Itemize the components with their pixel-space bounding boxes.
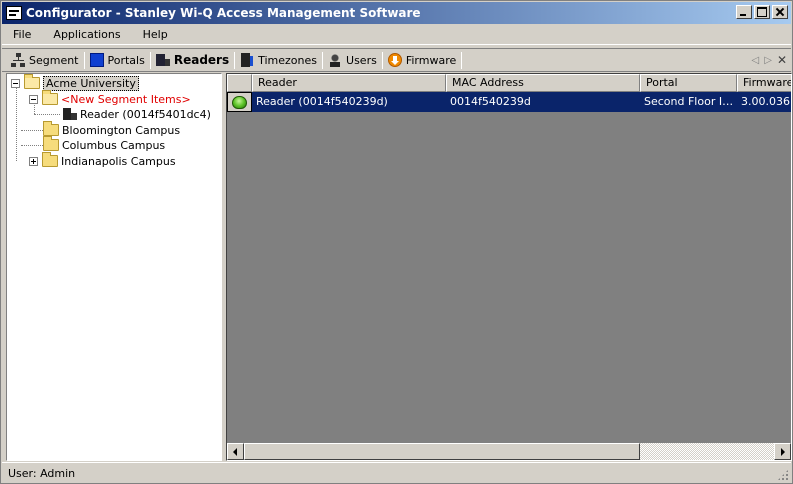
tree-node-label: Reader (0014f5401dc4) [80, 107, 211, 121]
column-header-portal[interactable]: Portal [640, 74, 737, 92]
scroll-right-icon[interactable]: ▷ [764, 55, 772, 66]
column-header-firmware-version[interactable]: Firmware Version [737, 74, 791, 92]
app-icon[interactable] [6, 6, 22, 20]
segment-icon [11, 53, 25, 67]
tree-node-label: Columbus Campus [62, 138, 166, 152]
grid-header: Reader MAC Address Portal Firmware Versi… [227, 74, 791, 92]
readers-grid: Reader MAC Address Portal Firmware Versi… [226, 73, 792, 461]
tree-line [21, 145, 43, 146]
tree-node-reader[interactable]: Reader (0014f5401dc4) [63, 106, 211, 122]
tree-node-new-segment-items[interactable]: <New Segment Items> [29, 90, 191, 107]
reader-icon [63, 107, 77, 121]
scroll-left-icon[interactable]: ◁ [752, 55, 760, 66]
cell-mac-address[interactable]: 0014f540239d [446, 92, 640, 112]
cell-firmware-version[interactable]: 3.00.036 [737, 92, 791, 112]
folder-icon [43, 121, 59, 136]
collapse-icon[interactable] [29, 94, 38, 104]
tab-separator [461, 51, 463, 69]
column-header-reader[interactable]: Reader [252, 74, 446, 92]
table-row[interactable]: Reader (0014f540239d) 0014f540239d Secon… [227, 92, 791, 112]
segment-tree[interactable]: Acme University <New Segment Items> Read… [6, 73, 222, 461]
tab-separator [149, 51, 151, 69]
tab-users[interactable]: Users [325, 50, 380, 70]
tab-navigation: ◁ ▷ ✕ [752, 53, 787, 67]
title-bar[interactable]: Configurator - Stanley Wi-Q Access Manag… [2, 2, 791, 24]
users-icon [328, 53, 343, 67]
tab-separator [322, 51, 324, 69]
menu-file[interactable]: File [2, 28, 42, 41]
minimize-button[interactable] [736, 5, 752, 19]
status-cell[interactable] [227, 92, 252, 112]
cell-portal[interactable]: Second Floor IT Office [640, 92, 737, 112]
menu-bar: File Applications Help [2, 25, 791, 45]
tree-line [34, 114, 60, 115]
tab-readers[interactable]: Readers [153, 50, 232, 70]
tab-portals-label: Portals [107, 53, 145, 67]
tab-firmware[interactable]: Firmware [385, 50, 459, 70]
folder-icon [42, 152, 58, 167]
tree-node-label: Acme University [43, 75, 139, 91]
tree-line [16, 87, 17, 161]
horizontal-scrollbar[interactable] [227, 443, 791, 460]
scrollbar-thumb[interactable] [244, 443, 640, 460]
tab-separator [381, 51, 383, 69]
tab-segment[interactable]: Segment [8, 50, 82, 70]
resize-grip-icon[interactable] [777, 469, 789, 481]
tab-readers-label: Readers [173, 53, 230, 67]
tree-node-indianapolis[interactable]: Indianapolis Campus [29, 152, 176, 169]
timezones-icon [240, 53, 255, 67]
status-bar: User: Admin [2, 462, 791, 483]
folder-open-icon [42, 90, 58, 105]
scroll-right-button[interactable] [774, 443, 791, 460]
window-controls [734, 5, 788, 19]
tab-separator [234, 51, 236, 69]
tree-node-root[interactable]: Acme University [11, 74, 139, 91]
tab-separator [83, 51, 85, 69]
tab-timezones-label: Timezones [258, 53, 318, 67]
scrollbar-track[interactable] [640, 443, 774, 460]
close-button[interactable] [772, 5, 788, 19]
tab-segment-label: Segment [29, 53, 79, 67]
close-tab-icon[interactable]: ✕ [777, 53, 787, 67]
window-title: Configurator - Stanley Wi-Q Access Manag… [26, 6, 421, 20]
firmware-icon [387, 53, 402, 67]
folder-icon [43, 136, 59, 151]
menu-applications[interactable]: Applications [42, 28, 131, 41]
tab-portals[interactable]: Portals [87, 50, 148, 70]
collapse-icon[interactable] [11, 78, 20, 88]
maximize-button[interactable] [754, 5, 770, 19]
portals-icon [89, 53, 104, 67]
tree-line [21, 130, 43, 131]
menu-help[interactable]: Help [132, 28, 179, 41]
column-header-status[interactable] [227, 74, 252, 92]
status-user: User: Admin [8, 466, 76, 480]
tree-node-label: Indianapolis Campus [61, 154, 176, 168]
tree-node-label: Bloomington Campus [62, 123, 181, 137]
tree-node-bloomington[interactable]: Bloomington Campus [43, 121, 181, 138]
folder-open-icon [24, 74, 40, 89]
tab-users-label: Users [346, 53, 377, 67]
tab-timezones[interactable]: Timezones [237, 50, 320, 70]
readers-icon [155, 53, 170, 67]
expand-icon[interactable] [29, 156, 38, 166]
module-tabs: Segment Portals Readers Timezones Users … [2, 48, 791, 72]
tree-node-label: <New Segment Items> [61, 92, 191, 106]
tree-node-columbus[interactable]: Columbus Campus [43, 136, 166, 153]
scroll-left-button[interactable] [227, 443, 244, 460]
cell-reader[interactable]: Reader (0014f540239d) [252, 92, 446, 112]
status-online-icon [232, 95, 247, 109]
tab-firmware-label: Firmware [405, 53, 457, 67]
application-window: Configurator - Stanley Wi-Q Access Manag… [0, 0, 793, 484]
column-header-mac-address[interactable]: MAC Address [446, 74, 640, 92]
